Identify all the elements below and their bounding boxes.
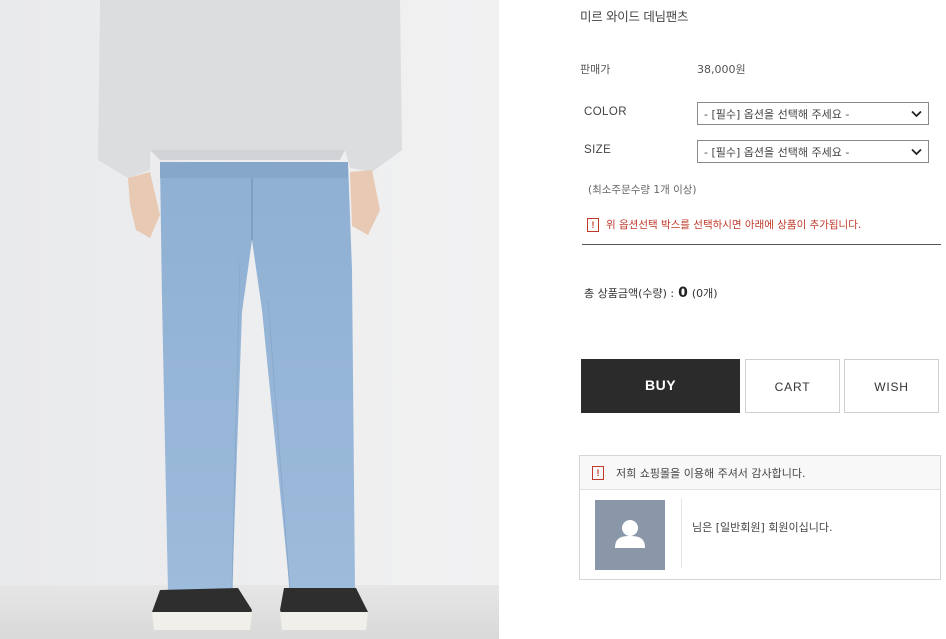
divider bbox=[582, 244, 941, 245]
size-select-value: - [필수] 옵션을 선택해 주세요 - bbox=[704, 146, 850, 159]
product-info-panel: 미르 와이드 데님팬츠 판매가 38,000원 COLOR - [필수] 옵션을… bbox=[578, 0, 946, 639]
color-option-label: COLOR bbox=[584, 106, 627, 118]
exclamation-icon: ! bbox=[592, 465, 604, 480]
member-info-box: ! 저희 쇼핑몰을 이용해 주셔서 감사합니다. 님은 [일반회원] 회원이십니… bbox=[579, 455, 941, 580]
total-price: 총 상품금액(수량) : 0 (0개) bbox=[584, 285, 718, 301]
member-greeting: 님은 [일반회원] 회원이십니다. bbox=[692, 521, 833, 534]
product-image bbox=[0, 0, 499, 639]
buy-button[interactable]: BUY bbox=[581, 359, 740, 413]
price-label: 판매가 bbox=[580, 63, 611, 76]
color-select-value: - [필수] 옵션을 선택해 주세요 - bbox=[704, 108, 850, 121]
size-select[interactable]: - [필수] 옵션을 선택해 주세요 - bbox=[697, 140, 929, 163]
total-amount: 0 bbox=[678, 285, 688, 301]
member-notice-text: 저희 쇼핑몰을 이용해 주셔서 감사합니다. bbox=[616, 466, 806, 480]
avatar bbox=[595, 500, 665, 570]
total-qty: (0개) bbox=[691, 287, 718, 300]
cart-button[interactable]: CART bbox=[745, 359, 840, 413]
min-order-note: (최소주문수량 1개 이상) bbox=[588, 184, 697, 196]
member-notice: ! 저희 쇼핑몰을 이용해 주셔서 감사합니다. bbox=[580, 456, 940, 490]
user-silhouette-icon bbox=[615, 520, 645, 548]
size-option-label: SIZE bbox=[584, 144, 612, 156]
divider bbox=[681, 498, 682, 568]
wish-button[interactable]: WISH bbox=[844, 359, 939, 413]
option-warning: ! 위 옵션선택 박스를 선택하시면 아래에 상품이 추가됩니다. bbox=[587, 217, 861, 232]
product-photo bbox=[0, 0, 499, 639]
member-body: 님은 [일반회원] 회원이십니다. bbox=[580, 490, 940, 579]
price-value: 38,000원 bbox=[697, 63, 746, 76]
product-title: 미르 와이드 데님팬츠 bbox=[580, 9, 689, 24]
chevron-down-icon bbox=[911, 110, 922, 118]
chevron-down-icon bbox=[911, 148, 922, 156]
option-warning-text: 위 옵션선택 박스를 선택하시면 아래에 상품이 추가됩니다. bbox=[606, 219, 862, 231]
color-select[interactable]: - [필수] 옵션을 선택해 주세요 - bbox=[697, 102, 929, 125]
exclamation-icon: ! bbox=[587, 217, 599, 232]
total-label: 총 상품금액(수량) : bbox=[584, 287, 675, 300]
